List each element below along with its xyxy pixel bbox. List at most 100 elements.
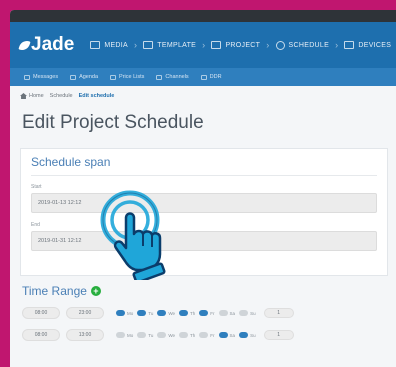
day-label: Su <box>250 310 256 316</box>
time-to-input[interactable]: 13:00 <box>66 329 104 341</box>
nav-item-project[interactable]: PROJECT › <box>211 40 269 50</box>
toggle-switch[interactable] <box>199 332 209 338</box>
subnav-item-label: Agenda <box>79 74 99 80</box>
toggle-switch[interactable] <box>116 332 125 338</box>
subnav-item-channels[interactable]: Channels <box>156 74 189 80</box>
nav-item-schedule[interactable]: SCHEDULE › <box>275 40 339 50</box>
toggle-switch[interactable] <box>137 332 147 338</box>
toggle-switch[interactable] <box>239 310 249 316</box>
page-title: Edit Project Schedule <box>22 112 204 133</box>
day-label: Sa <box>229 332 236 338</box>
day-toggle[interactable]: Sa <box>218 332 236 338</box>
day-toggle[interactable]: Th <box>179 310 195 316</box>
subnav-item-messages[interactable]: Messages <box>24 74 58 80</box>
time-range-header: Time Range + <box>10 276 396 306</box>
time-from-input[interactable]: 08:00 <box>22 329 60 341</box>
day-label: Th <box>190 310 196 316</box>
subnav-item-agenda[interactable]: Agenda <box>70 74 98 80</box>
schedule-span-title: Schedule span <box>31 155 377 176</box>
nav-item-label: PROJECT <box>225 41 261 49</box>
chevron-right-icon: › <box>266 40 270 50</box>
nav-item-devices[interactable]: DEVICES <box>344 41 391 49</box>
main-navbar: Jade MEDIA › TEMPLATE › PROJECT › SCHEDU… <box>10 22 396 68</box>
day-toggle[interactable]: We <box>157 310 175 316</box>
nav-item-media[interactable]: MEDIA › <box>90 40 137 50</box>
clock-icon <box>275 40 285 50</box>
day-toggles: Mo Tu We Th Fr Sa Su <box>116 310 260 316</box>
day-label: Sa <box>229 310 236 316</box>
logo-text: Jade <box>31 34 75 55</box>
day-label: Mo <box>127 332 134 338</box>
priority-input[interactable]: 1 <box>263 308 294 318</box>
list-icon <box>110 74 117 80</box>
day-toggle[interactable]: Tu <box>137 332 153 338</box>
day-label: Fr <box>210 332 215 338</box>
message-icon <box>24 74 30 80</box>
chevron-right-icon: › <box>133 40 138 50</box>
breadcrumb-section[interactable]: Schedule <box>50 93 73 99</box>
subnav-item-label: DDR <box>209 74 222 80</box>
time-range-title: Time Range <box>22 284 87 298</box>
template-icon <box>143 41 154 49</box>
toggle-switch[interactable] <box>239 332 249 338</box>
day-toggle[interactable]: We <box>157 332 175 338</box>
toggle-switch[interactable] <box>157 310 167 316</box>
start-label: Start <box>31 184 42 190</box>
day-toggle[interactable]: Su <box>239 332 256 338</box>
day-label: We <box>168 310 176 316</box>
toggle-switch[interactable] <box>157 332 167 338</box>
toggle-switch[interactable] <box>137 310 147 316</box>
breadcrumb-current: Edit schedule <box>78 93 115 99</box>
toggle-switch[interactable] <box>199 310 209 316</box>
toggle-switch[interactable] <box>116 310 125 316</box>
start-input[interactable]: 2019-01-13 12:12 <box>31 193 377 213</box>
home-icon[interactable] <box>20 93 27 99</box>
nav-item-label: MEDIA <box>104 41 128 49</box>
breadcrumb-home[interactable]: Home <box>29 93 44 99</box>
time-from-input[interactable]: 08:00 <box>22 307 60 319</box>
day-toggle[interactable]: Mo <box>116 332 133 338</box>
day-toggle[interactable]: Th <box>179 332 195 338</box>
day-toggle[interactable]: Fr <box>199 310 215 316</box>
nav-item-label: SCHEDULE <box>288 41 330 49</box>
day-toggle[interactable]: Fr <box>199 332 215 338</box>
time-range-list: 08:00 23:00 Mo Tu We Th Fr Sa Su 1 08:00 13:00 Mo Tu W… <box>10 306 396 342</box>
time-to-input[interactable]: 23:00 <box>66 307 104 319</box>
time-range-row: 08:00 13:00 Mo Tu We Th Fr Sa Su 1 <box>10 328 396 342</box>
day-toggle[interactable]: Su <box>239 310 256 316</box>
day-label: Mo <box>127 310 134 316</box>
calendar-icon <box>70 74 77 80</box>
project-icon <box>211 41 222 49</box>
toggle-switch[interactable] <box>179 310 189 316</box>
toggle-switch[interactable] <box>179 332 189 338</box>
nav-item-label: DEVICES <box>358 41 392 49</box>
schedule-span-panel: Schedule span Start 2019-01-13 12:12 End… <box>20 148 388 276</box>
add-time-range-button[interactable]: + <box>90 286 101 296</box>
subnav-item-label: Price Lists <box>119 74 145 80</box>
ddr-icon <box>200 74 207 80</box>
subnav-item-ddr[interactable]: DDR <box>200 74 222 80</box>
media-icon <box>90 41 101 49</box>
day-label: Tu <box>148 310 154 316</box>
jade-logo[interactable]: Jade <box>18 34 75 56</box>
breadcrumb: Home Schedule Edit schedule <box>10 86 396 106</box>
time-range-row: 08:00 23:00 Mo Tu We Th Fr Sa Su 1 <box>10 306 396 320</box>
nav-item-label: TEMPLATE <box>157 41 197 49</box>
subnav-item-label: Messages <box>33 74 59 80</box>
toggle-switch[interactable] <box>218 310 228 316</box>
nav-item-template[interactable]: TEMPLATE › <box>143 40 205 50</box>
subnav-item-label: Channels <box>165 74 189 80</box>
day-toggle[interactable]: Tu <box>137 310 153 316</box>
sub-navbar: Messages Agenda Price Lists Channels DDR <box>10 68 396 86</box>
priority-input[interactable]: 1 <box>263 330 294 340</box>
end-label: End <box>31 222 40 228</box>
monitor-icon <box>344 41 355 49</box>
toggle-switch[interactable] <box>218 332 228 338</box>
end-input[interactable]: 2019-01-31 12:12 <box>31 231 377 251</box>
chevron-right-icon: › <box>335 40 339 50</box>
subnav-item-price-lists[interactable]: Price Lists <box>110 74 144 80</box>
window-top-bar <box>10 10 396 22</box>
leaf-icon <box>18 38 31 52</box>
day-toggle[interactable]: Sa <box>218 310 236 316</box>
day-toggle[interactable]: Mo <box>116 310 133 316</box>
